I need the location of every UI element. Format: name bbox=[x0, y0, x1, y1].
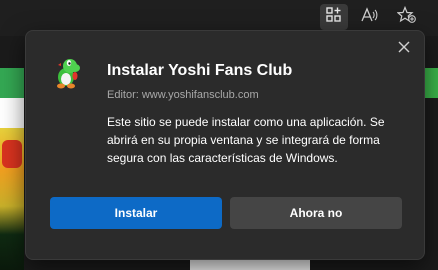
yoshi-app-icon bbox=[52, 57, 82, 89]
install-app-dialog: Instalar Yoshi Fans Club Editor: www.yos… bbox=[25, 30, 425, 260]
close-icon bbox=[397, 40, 411, 59]
publisher-text: Editor: www.yoshifansclub.com bbox=[107, 89, 259, 101]
install-button[interactable]: Instalar bbox=[50, 197, 222, 229]
read-aloud-button[interactable] bbox=[356, 4, 384, 30]
add-favorite-icon bbox=[396, 5, 417, 29]
close-button[interactable] bbox=[392, 37, 416, 61]
site-artwork-detail bbox=[2, 140, 22, 168]
site-header-bar-left bbox=[0, 68, 24, 98]
dialog-title: Instalar Yoshi Fans Club bbox=[107, 62, 293, 79]
dialog-description: Este sitio se puede instalar como una ap… bbox=[107, 115, 385, 165]
app-available-button[interactable] bbox=[320, 4, 348, 30]
app-install-icon bbox=[325, 6, 343, 29]
browser-window: Instalar Yoshi Fans Club Editor: www.yos… bbox=[0, 0, 438, 270]
read-aloud-icon bbox=[360, 6, 380, 29]
not-now-button[interactable]: Ahora no bbox=[230, 197, 402, 229]
add-favorite-button[interactable] bbox=[393, 4, 421, 30]
